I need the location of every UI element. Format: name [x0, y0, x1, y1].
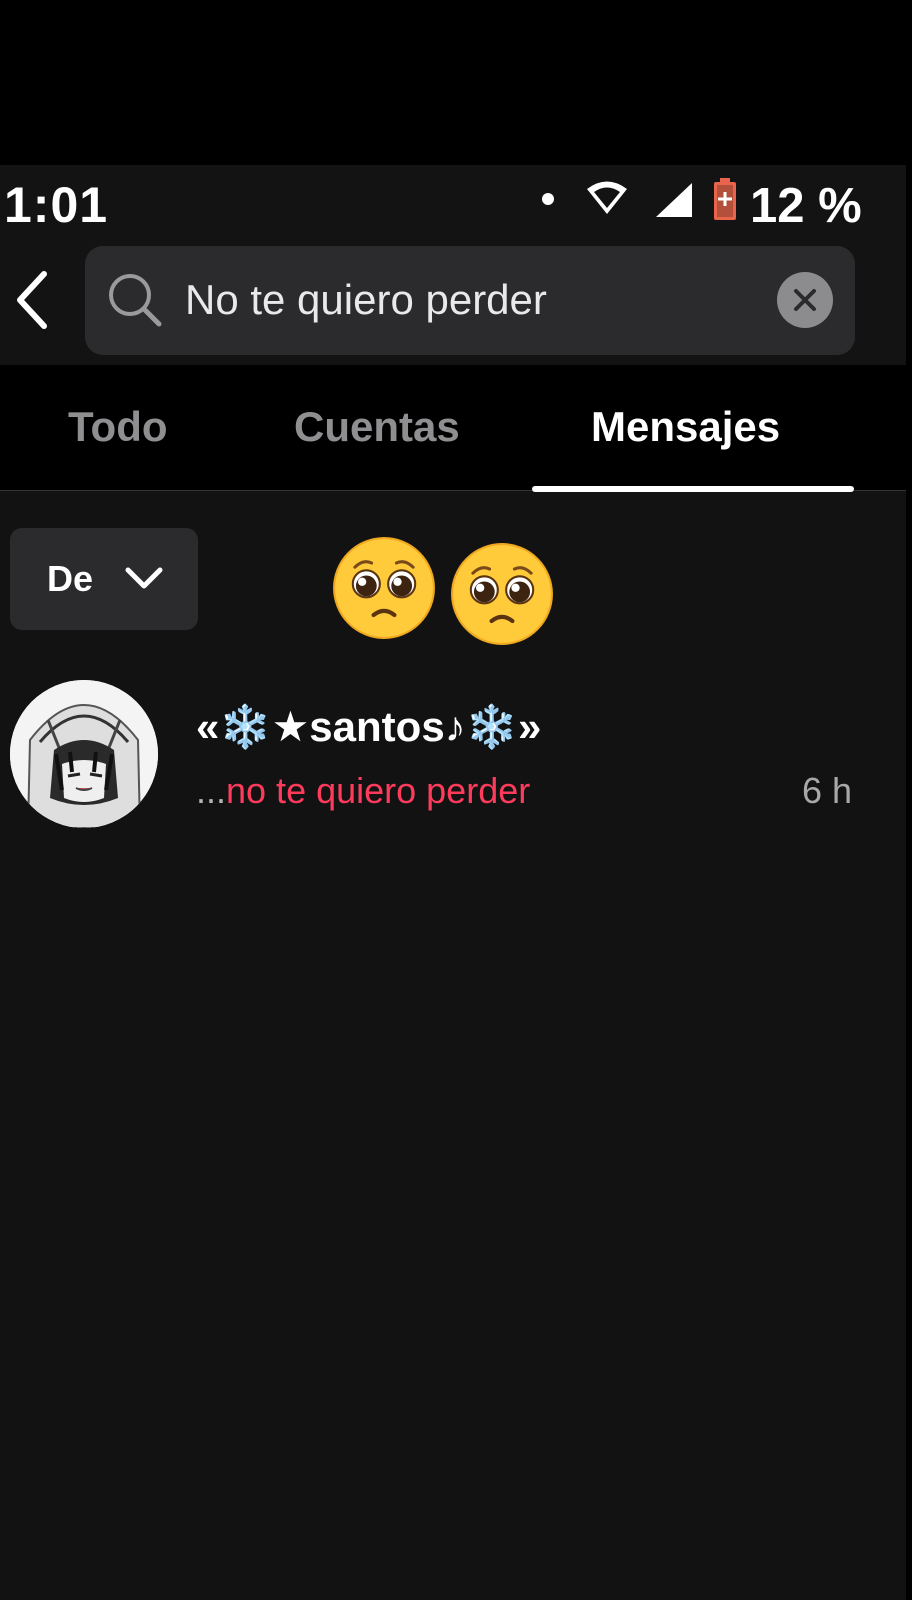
snippet-prefix: ...	[196, 770, 227, 811]
clear-icon[interactable]	[777, 272, 833, 328]
snippet-highlight: no te quiero perder	[226, 770, 531, 811]
signal-icon	[656, 183, 692, 217]
chevron-down-icon	[125, 567, 163, 589]
anime-avatar-image	[10, 680, 158, 828]
search-input[interactable]	[185, 272, 745, 328]
message-snippet: ...no te quiero perder	[196, 770, 530, 812]
message-time: 6 h	[801, 770, 852, 811]
back-icon[interactable]	[8, 268, 60, 332]
search-box[interactable]	[85, 246, 855, 355]
dot-icon	[542, 193, 554, 205]
filter-label: De	[47, 558, 94, 599]
from-filter-button[interactable]: De	[10, 528, 198, 630]
battery-percentage: 12 %	[750, 179, 862, 233]
search-icon	[109, 274, 162, 327]
tab-bar: Todo Cuentas Mensajes	[0, 365, 906, 492]
pleading-face-emoji	[451, 543, 553, 645]
contact-name: «❄️★santos♪❄️»	[196, 703, 542, 750]
avatar[interactable]	[10, 680, 158, 828]
tab-mensajes[interactable]: Mensajes	[591, 403, 780, 451]
active-tab-indicator	[532, 486, 854, 492]
battery-low-icon	[714, 178, 736, 220]
tab-todo[interactable]: Todo	[68, 403, 168, 451]
status-time: 1:01	[4, 177, 109, 233]
tab-cuentas[interactable]: Cuentas	[294, 403, 460, 451]
pleading-face-emoji	[333, 537, 435, 639]
message-result-row[interactable]: «❄️★santos♪❄️» ...no te quiero perder 6 …	[0, 676, 906, 836]
wifi-icon	[587, 181, 627, 214]
